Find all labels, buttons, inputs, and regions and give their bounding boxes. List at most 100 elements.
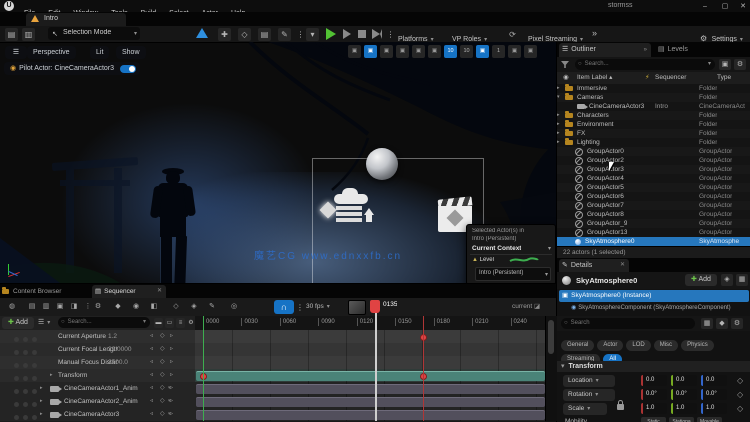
details-gear-icon[interactable]: ⚙ — [731, 318, 743, 329]
col-type[interactable]: Type — [717, 72, 731, 84]
perspective-dropdown[interactable]: Perspective — [27, 46, 76, 59]
tab-outliner[interactable]: ☰ Outliner » — [559, 43, 651, 57]
world-space-icon[interactable]: ▣ — [412, 45, 425, 58]
track-lane[interactable] — [195, 330, 545, 344]
fps-dropdown[interactable]: 30 fps ▾ — [306, 301, 330, 313]
move-tool-icon[interactable]: ▣ — [364, 45, 377, 58]
animation-section-bar[interactable] — [196, 397, 545, 407]
scrollbar-thumb[interactable] — [548, 320, 554, 354]
brush-icon[interactable]: ✎ — [278, 28, 291, 41]
track-filter-icon[interactable]: ☰ ▾ — [38, 318, 50, 326]
viewport[interactable]: 魔艺CG www.ednxxfb.cn ☰ Perspective Lit Sh… — [0, 42, 556, 283]
wrench-icon[interactable]: ⚙ — [92, 301, 104, 313]
preview-dropdown-icon[interactable]: ▾ — [306, 28, 319, 41]
pilot-actor-bar[interactable]: ◉ Pilot Actor: CineCameraActor3 — [4, 62, 141, 75]
outliner-row[interactable]: GroupActor5 GroupActor — [557, 183, 750, 192]
cinematics-icon[interactable]: ▤ — [258, 28, 271, 41]
playback-end-marker[interactable] — [423, 316, 424, 421]
new-folder-icon[interactable]: ▣ — [719, 59, 731, 70]
pixel-streaming-dropdown[interactable]: Pixel Streaming ▾ — [528, 28, 583, 43]
rotation-z-field[interactable]: 0.0° — [701, 389, 727, 400]
minimize-button[interactable]: – — [700, 2, 710, 11]
popup-level-dropdown[interactable]: Intro (Persistent) ▾ — [475, 267, 551, 281]
transform-section-bar[interactable] — [196, 371, 545, 381]
rotation-x-field[interactable]: 0.0° — [641, 389, 667, 400]
play-alt-button[interactable] — [343, 29, 351, 39]
selection-mode-dropdown[interactable]: ↖ Selection Mode ▾ — [48, 27, 140, 40]
mobility-movable[interactable]: Movable — [697, 417, 722, 422]
scale-tool-icon[interactable]: ▣ — [396, 45, 409, 58]
outliner-row[interactable]: ▸ Lighting Folder — [557, 138, 750, 147]
add-actor-icon[interactable]: ✚ — [218, 28, 231, 41]
platforms-dropdown[interactable]: Platforms ▾ — [398, 28, 434, 43]
display-filter-icon[interactable]: ◆ — [716, 318, 728, 329]
curve-editor-toggle[interactable]: ∩ — [274, 300, 294, 314]
scale-keyframe-icon[interactable]: ◇ — [737, 403, 743, 414]
track-row-prop[interactable]: Current Aperture 1.2 ◃ ◇ ▹ — [0, 330, 195, 344]
clapper-icon[interactable]: ◨ — [68, 301, 80, 313]
track-row-camera[interactable]: ▸ CineCameraActor1_Anim ▾ ◃ ◇ ▹ — [0, 382, 195, 396]
toolbar-expand-icon[interactable]: » — [592, 28, 597, 38]
blueprints-icon[interactable]: ◇ — [238, 28, 251, 41]
play-button[interactable] — [326, 28, 336, 40]
world-icon[interactable]: ◍ — [6, 301, 18, 313]
surface-snap-icon[interactable]: ▣ — [428, 45, 441, 58]
component-row[interactable]: ◉ SkyAtmosphereComponent (SkyAtmosphereCo… — [571, 303, 749, 314]
rotation-dropdown[interactable]: Rotation ▾ — [563, 389, 615, 401]
blueprint-edit-icon[interactable]: ◈ — [721, 274, 733, 286]
outliner-row[interactable]: GroupActor13 GroupActor — [557, 228, 750, 237]
location-z-field[interactable]: 0.0 — [701, 375, 727, 386]
select-tool-icon[interactable]: ▣ — [348, 45, 361, 58]
snap-icon[interactable]: ◧ — [148, 301, 160, 313]
tab-details[interactable]: ✎ Details ✕ — [559, 259, 629, 272]
grid-view-icon[interactable]: ▦ — [701, 318, 713, 329]
lit-dropdown[interactable]: Lit — [90, 46, 110, 59]
sequencer-scrollbar[interactable] — [545, 316, 557, 421]
outliner-row[interactable]: GroupActor_9 GroupActor — [557, 219, 750, 228]
maximize-viewport-icon[interactable]: ▣ — [524, 45, 537, 58]
mobility-stationa[interactable]: Stationa — [669, 417, 694, 422]
mobility-static[interactable]: Static — [641, 417, 666, 422]
location-dropdown[interactable]: Location ▾ — [563, 375, 615, 387]
close-icon[interactable]: ✕ — [157, 285, 162, 298]
location-x-field[interactable]: 0.0 — [641, 375, 667, 386]
outliner-row[interactable]: GroupActor8 GroupActor — [557, 210, 750, 219]
outliner-row[interactable]: GroupActor2 GroupActor — [557, 156, 750, 165]
close-icon[interactable]: ✕ — [620, 259, 625, 272]
screen-size-icon[interactable]: ▣ — [508, 45, 521, 58]
col-item-label[interactable]: Item Label ▴ — [577, 72, 612, 84]
level-tab[interactable]: Intro — [26, 13, 126, 26]
playhead-line[interactable] — [375, 301, 377, 421]
stop-button[interactable] — [358, 30, 366, 38]
track-row-camera[interactable]: ▸ CineCameraActor3 ▾ ◃ ◇ ▹ — [0, 408, 195, 422]
transform-section-header[interactable]: ▾ Transform — [557, 361, 750, 372]
outliner-row[interactable]: ▸ Immersive Folder — [557, 84, 750, 93]
add-component-button[interactable]: ✚ Add — [685, 274, 717, 286]
rotate-tool-icon[interactable]: ▣ — [380, 45, 393, 58]
view-gear-icon[interactable]: ⚙ — [187, 318, 195, 328]
details-search-input[interactable]: ○ Search — [561, 318, 695, 329]
height-fog-billboard-icon[interactable] — [319, 188, 380, 232]
rotation-snap-icon[interactable]: 10 — [460, 45, 473, 58]
scale-y-field[interactable]: 1.0 — [671, 403, 697, 414]
outliner-row[interactable]: SkyAtmosphere0 SkyAtmosphe — [557, 237, 750, 246]
scale-x-field[interactable]: 1.0 — [641, 403, 667, 414]
details-options-icon[interactable]: ▦ — [736, 274, 748, 286]
playback-start-marker[interactable] — [203, 316, 204, 421]
outliner-row[interactable]: ▸ Environment Folder — [557, 120, 750, 129]
lock-icon[interactable] — [617, 400, 624, 410]
popup-collapse-icon[interactable]: ▾ — [548, 245, 551, 252]
source-control-icon[interactable]: ▥ — [22, 28, 35, 41]
visibility-column-icon[interactable]: ◉ — [563, 72, 569, 84]
maximize-button[interactable]: ▢ — [720, 2, 730, 11]
outliner-row[interactable]: GroupActor0 GroupActor — [557, 147, 750, 156]
outliner-row[interactable]: ▸ FX Folder — [557, 129, 750, 138]
lock-icon[interactable]: ◪ — [534, 303, 540, 310]
sequencer-search-input[interactable]: ○ Search... ▾ — [58, 317, 150, 328]
view-normal-icon[interactable]: ▭ — [165, 318, 174, 328]
show-dropdown[interactable]: Show — [116, 46, 146, 59]
skip-button[interactable] — [372, 29, 382, 39]
outliner-row[interactable]: GroupActor6 GroupActor — [557, 192, 750, 201]
track-row-prop[interactable]: Manual Focus Distance3500.0◃◇▹ — [0, 356, 195, 370]
outliner-row[interactable]: ▸ Characters Folder — [557, 111, 750, 120]
